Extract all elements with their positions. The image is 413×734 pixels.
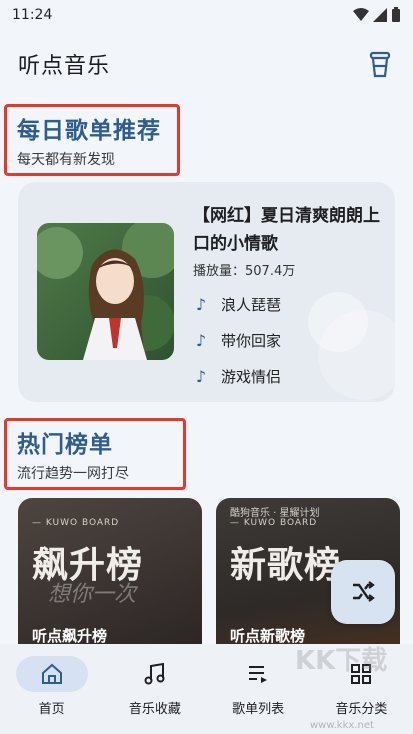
playlist-icon — [249, 666, 268, 683]
signal-icon — [373, 8, 387, 22]
daily-title: 每日歌单推荐 — [17, 118, 161, 144]
nav-label: 音乐分类 — [335, 702, 388, 717]
board-tag: — KUWO BOARD — [230, 518, 318, 528]
hot-title: 热门榜单 — [17, 432, 113, 458]
song-item[interactable]: ♪ 浪人琵琶 — [193, 286, 373, 322]
nav-item-collection[interactable]: 音乐收藏 — [103, 644, 206, 734]
chart-name: 听点新歌榜 — [230, 627, 306, 644]
song-title: 游戏情侣 — [221, 367, 282, 386]
wifi-icon — [353, 8, 369, 21]
nav-label: 歌单列表 — [232, 702, 285, 717]
nav-label: 音乐收藏 — [128, 702, 181, 717]
app-title: 听点音乐 — [18, 54, 111, 79]
board-faint-text: 想你一次 — [48, 582, 137, 607]
bin-icon[interactable] — [369, 50, 391, 78]
board-tag: — KUWO BOARD — [32, 518, 120, 528]
shuffle-icon — [353, 581, 375, 602]
nav-icon-container — [15, 656, 88, 692]
watermark-url: www.kkx.net — [310, 720, 374, 731]
nav-icon-container — [222, 656, 294, 692]
home-icon — [41, 663, 62, 684]
board-top-text: 酷狗音乐 · 星耀计划 — [230, 508, 320, 519]
song-item[interactable]: ♪ 带你回家 — [193, 322, 373, 358]
recommend-card[interactable]: 【网红】夏日清爽朗朗上口的小情歌 播放量：507.4万 ♪ 浪人琵琶 ♪ 带你回… — [18, 182, 395, 402]
nav-label: 首页 — [38, 702, 65, 717]
shuffle-button[interactable] — [331, 560, 395, 624]
status-icons — [353, 7, 401, 23]
hot-subtitle: 流行趋势一网打尽 — [17, 466, 129, 482]
hot-section-header: 热门榜单 流行趋势一网打尽 — [4, 418, 186, 490]
song-list: ♪ 浪人琵琶 ♪ 带你回家 ♪ 游戏情侣 — [193, 286, 373, 394]
music-note-icon: ♪ — [195, 294, 207, 314]
music-note-icon: ♪ — [195, 330, 207, 350]
song-item[interactable]: ♪ 游戏情侣 — [193, 358, 373, 394]
status-bar: 11:24 — [0, 0, 413, 30]
app-bar: 听点音乐 — [0, 32, 413, 96]
chart-name: 听点飙升榜 — [32, 627, 108, 644]
board-big-title: 新歌榜 — [230, 545, 342, 586]
song-title: 带你回家 — [221, 331, 282, 350]
song-title: 浪人琵琶 — [221, 295, 282, 314]
daily-section-header: 每日歌单推荐 每天都有新发现 — [4, 104, 180, 176]
nav-item-home[interactable]: 首页 — [0, 644, 103, 734]
watermark-logo: KK下载 — [295, 646, 388, 676]
play-count: 播放量：507.4万 — [193, 264, 296, 279]
music-note-icon: ♪ — [195, 366, 207, 386]
nav-icon-container — [119, 656, 191, 692]
daily-subtitle: 每天都有新发现 — [17, 152, 115, 168]
status-time: 11:24 — [12, 7, 53, 23]
music-note-icon — [144, 662, 165, 685]
battery-icon — [392, 7, 400, 22]
chart-card-rising[interactable]: — KUWO BOARD 飙升榜 想你一次 听点飙升榜 — [18, 498, 202, 644]
playlist-title[interactable]: 【网红】夏日清爽朗朗上口的小情歌 — [193, 202, 383, 258]
playlist-cover-image[interactable] — [37, 223, 174, 360]
